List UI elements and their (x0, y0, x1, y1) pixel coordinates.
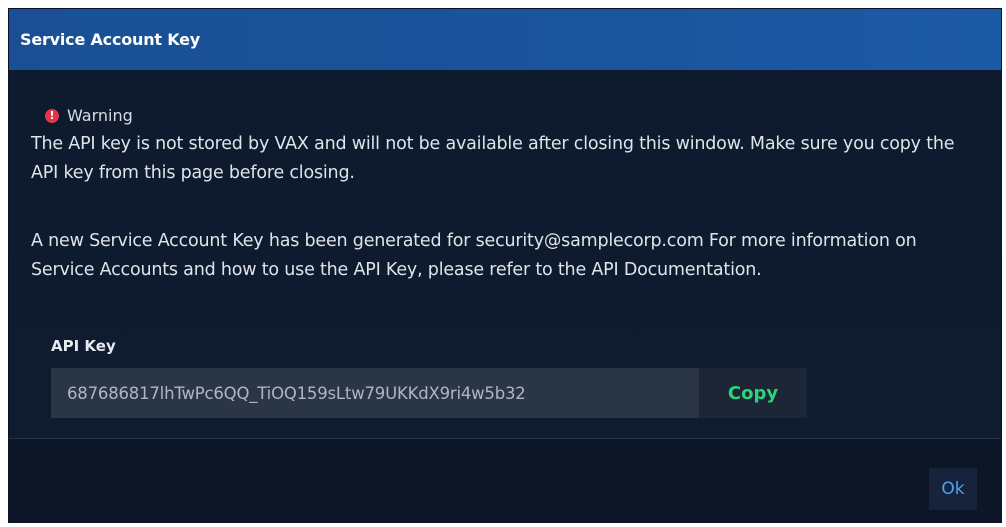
api-key-input[interactable] (51, 368, 699, 418)
warning-text: The API key is not stored by VAX and wil… (31, 134, 955, 183)
dialog-footer: Ok (9, 439, 1001, 522)
warning-header: ! Warning (45, 106, 133, 125)
dialog-title-bar: Service Account Key (9, 9, 1001, 70)
dialog-title: Service Account Key (20, 30, 201, 49)
dialog-body: ! Warning The API key is not stored by V… (9, 70, 1001, 438)
service-account-key-dialog: Service Account Key ! Warning The API ke… (8, 8, 1002, 523)
warning-label: Warning (67, 106, 133, 125)
info-text: A new Service Account Key has been gener… (31, 231, 917, 280)
api-key-field-group: Copy (51, 368, 807, 418)
ok-button[interactable]: Ok (929, 468, 977, 510)
api-key-label: API Key (51, 337, 116, 355)
copy-button[interactable]: Copy (699, 368, 807, 418)
exclamation-circle-icon: ! (45, 108, 59, 123)
